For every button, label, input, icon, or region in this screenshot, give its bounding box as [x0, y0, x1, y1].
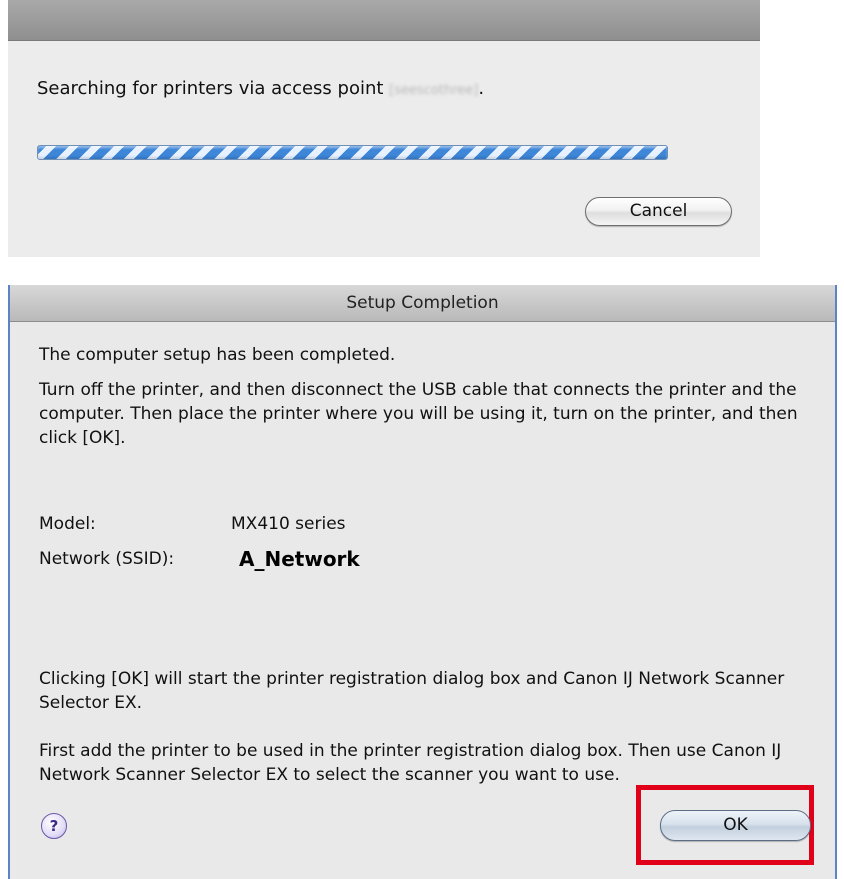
search-message-suffix: . [478, 78, 485, 99]
search-message-prefix: Searching for printers via access point [37, 78, 390, 99]
dialog-title[interactable]: Setup Completion [10, 285, 835, 322]
search-status-message: Searching for printers via access point … [37, 78, 484, 99]
page: Searching for printers via access point … [0, 0, 844, 879]
model-value: MX410 series [231, 514, 346, 534]
completed-message: The computer setup has been completed. [39, 345, 396, 365]
scanner-selector-info-text: First add the printer to be used in the … [39, 741, 782, 785]
search-dialog-titlebar[interactable] [8, 0, 760, 41]
cancel-button[interactable]: Cancel [585, 197, 732, 226]
access-point-name: [seescothree] [389, 83, 479, 98]
network-ssid-value: A_Network [239, 547, 360, 571]
search-progress-bar [37, 145, 668, 160]
registration-info-text: Clicking [OK] will start the printer reg… [39, 669, 785, 713]
network-ssid-label: Network (SSID): [39, 549, 175, 569]
help-icon[interactable]: ? [41, 813, 67, 839]
ok-button[interactable]: OK [660, 810, 811, 841]
setup-completion-dialog: Setup Completion The computer setup has … [8, 285, 837, 879]
model-label: Model: [39, 514, 96, 534]
search-dialog: Searching for printers via access point … [8, 0, 760, 257]
instruction-message: Turn off the printer, and then disconnec… [39, 380, 798, 448]
